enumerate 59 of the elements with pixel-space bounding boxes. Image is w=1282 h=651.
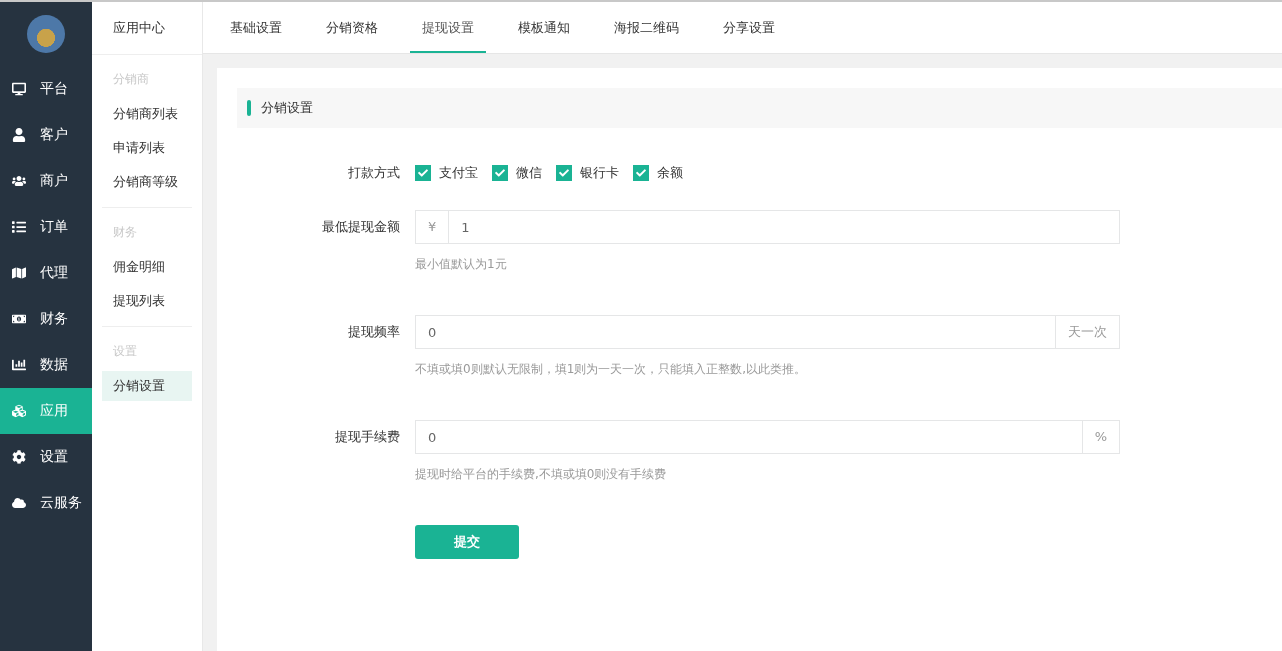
cloud-icon xyxy=(12,496,26,510)
checkbox[interactable] xyxy=(633,165,649,181)
check-icon xyxy=(495,168,505,178)
nav-item[interactable]: 商户 xyxy=(0,158,92,204)
accent-bar xyxy=(247,100,251,116)
checkbox-label: 余额 xyxy=(657,164,683,182)
nav-item[interactable]: 代理 xyxy=(0,250,92,296)
input-field[interactable]: 0 xyxy=(415,315,1056,349)
nav-item[interactable]: 平台 xyxy=(0,66,92,112)
submenu-item[interactable]: 提现列表 xyxy=(102,286,192,316)
nav-item[interactable]: 设置 xyxy=(0,434,92,480)
tab[interactable]: 分销资格 xyxy=(314,2,390,53)
tab[interactable]: 模板通知 xyxy=(506,2,582,53)
submenu-item[interactable]: 分销商列表 xyxy=(102,99,192,129)
checkbox-label: 微信 xyxy=(516,164,542,182)
checkbox-label: 银行卡 xyxy=(580,164,619,182)
input-field[interactable]: 1 xyxy=(448,210,1120,244)
submenu-item[interactable]: 分销商等级 xyxy=(102,167,192,197)
nav-item[interactable]: 客户 xyxy=(0,112,92,158)
tab[interactable]: 分享设置 xyxy=(711,2,787,53)
list-icon xyxy=(12,220,26,234)
nav-item[interactable]: 云服务 xyxy=(0,480,92,526)
input-prefix: ¥ xyxy=(415,210,449,244)
checkbox[interactable] xyxy=(415,165,431,181)
nav-item[interactable]: 订单 xyxy=(0,204,92,250)
check-icon xyxy=(636,168,646,178)
check-icon xyxy=(559,168,569,178)
tab[interactable]: 基础设置 xyxy=(218,2,294,53)
submenu-title: 应用中心 xyxy=(92,2,202,55)
checkbox[interactable] xyxy=(556,165,572,181)
field-label: 最低提现金额 xyxy=(321,218,401,236)
map-icon xyxy=(12,266,26,280)
input-field[interactable]: 0 xyxy=(415,420,1083,454)
logo-image xyxy=(27,15,65,53)
field-label: 打款方式 xyxy=(347,164,401,182)
settings-icon xyxy=(12,450,26,464)
monitor-icon xyxy=(12,82,26,96)
field-hint: 最小值默认为1元 xyxy=(415,256,508,273)
nav-item[interactable]: 数据 xyxy=(0,342,92,388)
input-suffix: % xyxy=(1082,420,1120,454)
section-title: 分销设置 xyxy=(261,99,313,117)
users-icon xyxy=(12,174,26,188)
user-icon xyxy=(12,128,26,142)
tab[interactable]: 提现设置 xyxy=(410,2,486,53)
submenu-item[interactable]: 佣金明细 xyxy=(102,252,192,282)
banknote-icon xyxy=(12,312,26,326)
nav-item[interactable]: 财务 xyxy=(0,296,92,342)
field-label: 提现手续费 xyxy=(334,428,401,446)
field-hint: 不填或填0则默认无限制，填1则为一天一次，只能填入正整数,以此类推。 xyxy=(415,361,808,378)
checkbox[interactable] xyxy=(492,165,508,181)
cubes-icon xyxy=(12,404,26,418)
checkbox-label: 支付宝 xyxy=(439,164,478,182)
submenu-item[interactable]: 申请列表 xyxy=(102,133,192,163)
submenu-item[interactable]: 分销设置 xyxy=(102,371,192,401)
field-hint: 提现时给平台的手续费,不填或填0则没有手续费 xyxy=(415,466,668,483)
tab[interactable]: 海报二维码 xyxy=(602,2,691,53)
bar-chart-icon xyxy=(12,358,26,372)
field-label: 提现频率 xyxy=(347,323,401,341)
check-icon xyxy=(418,168,428,178)
